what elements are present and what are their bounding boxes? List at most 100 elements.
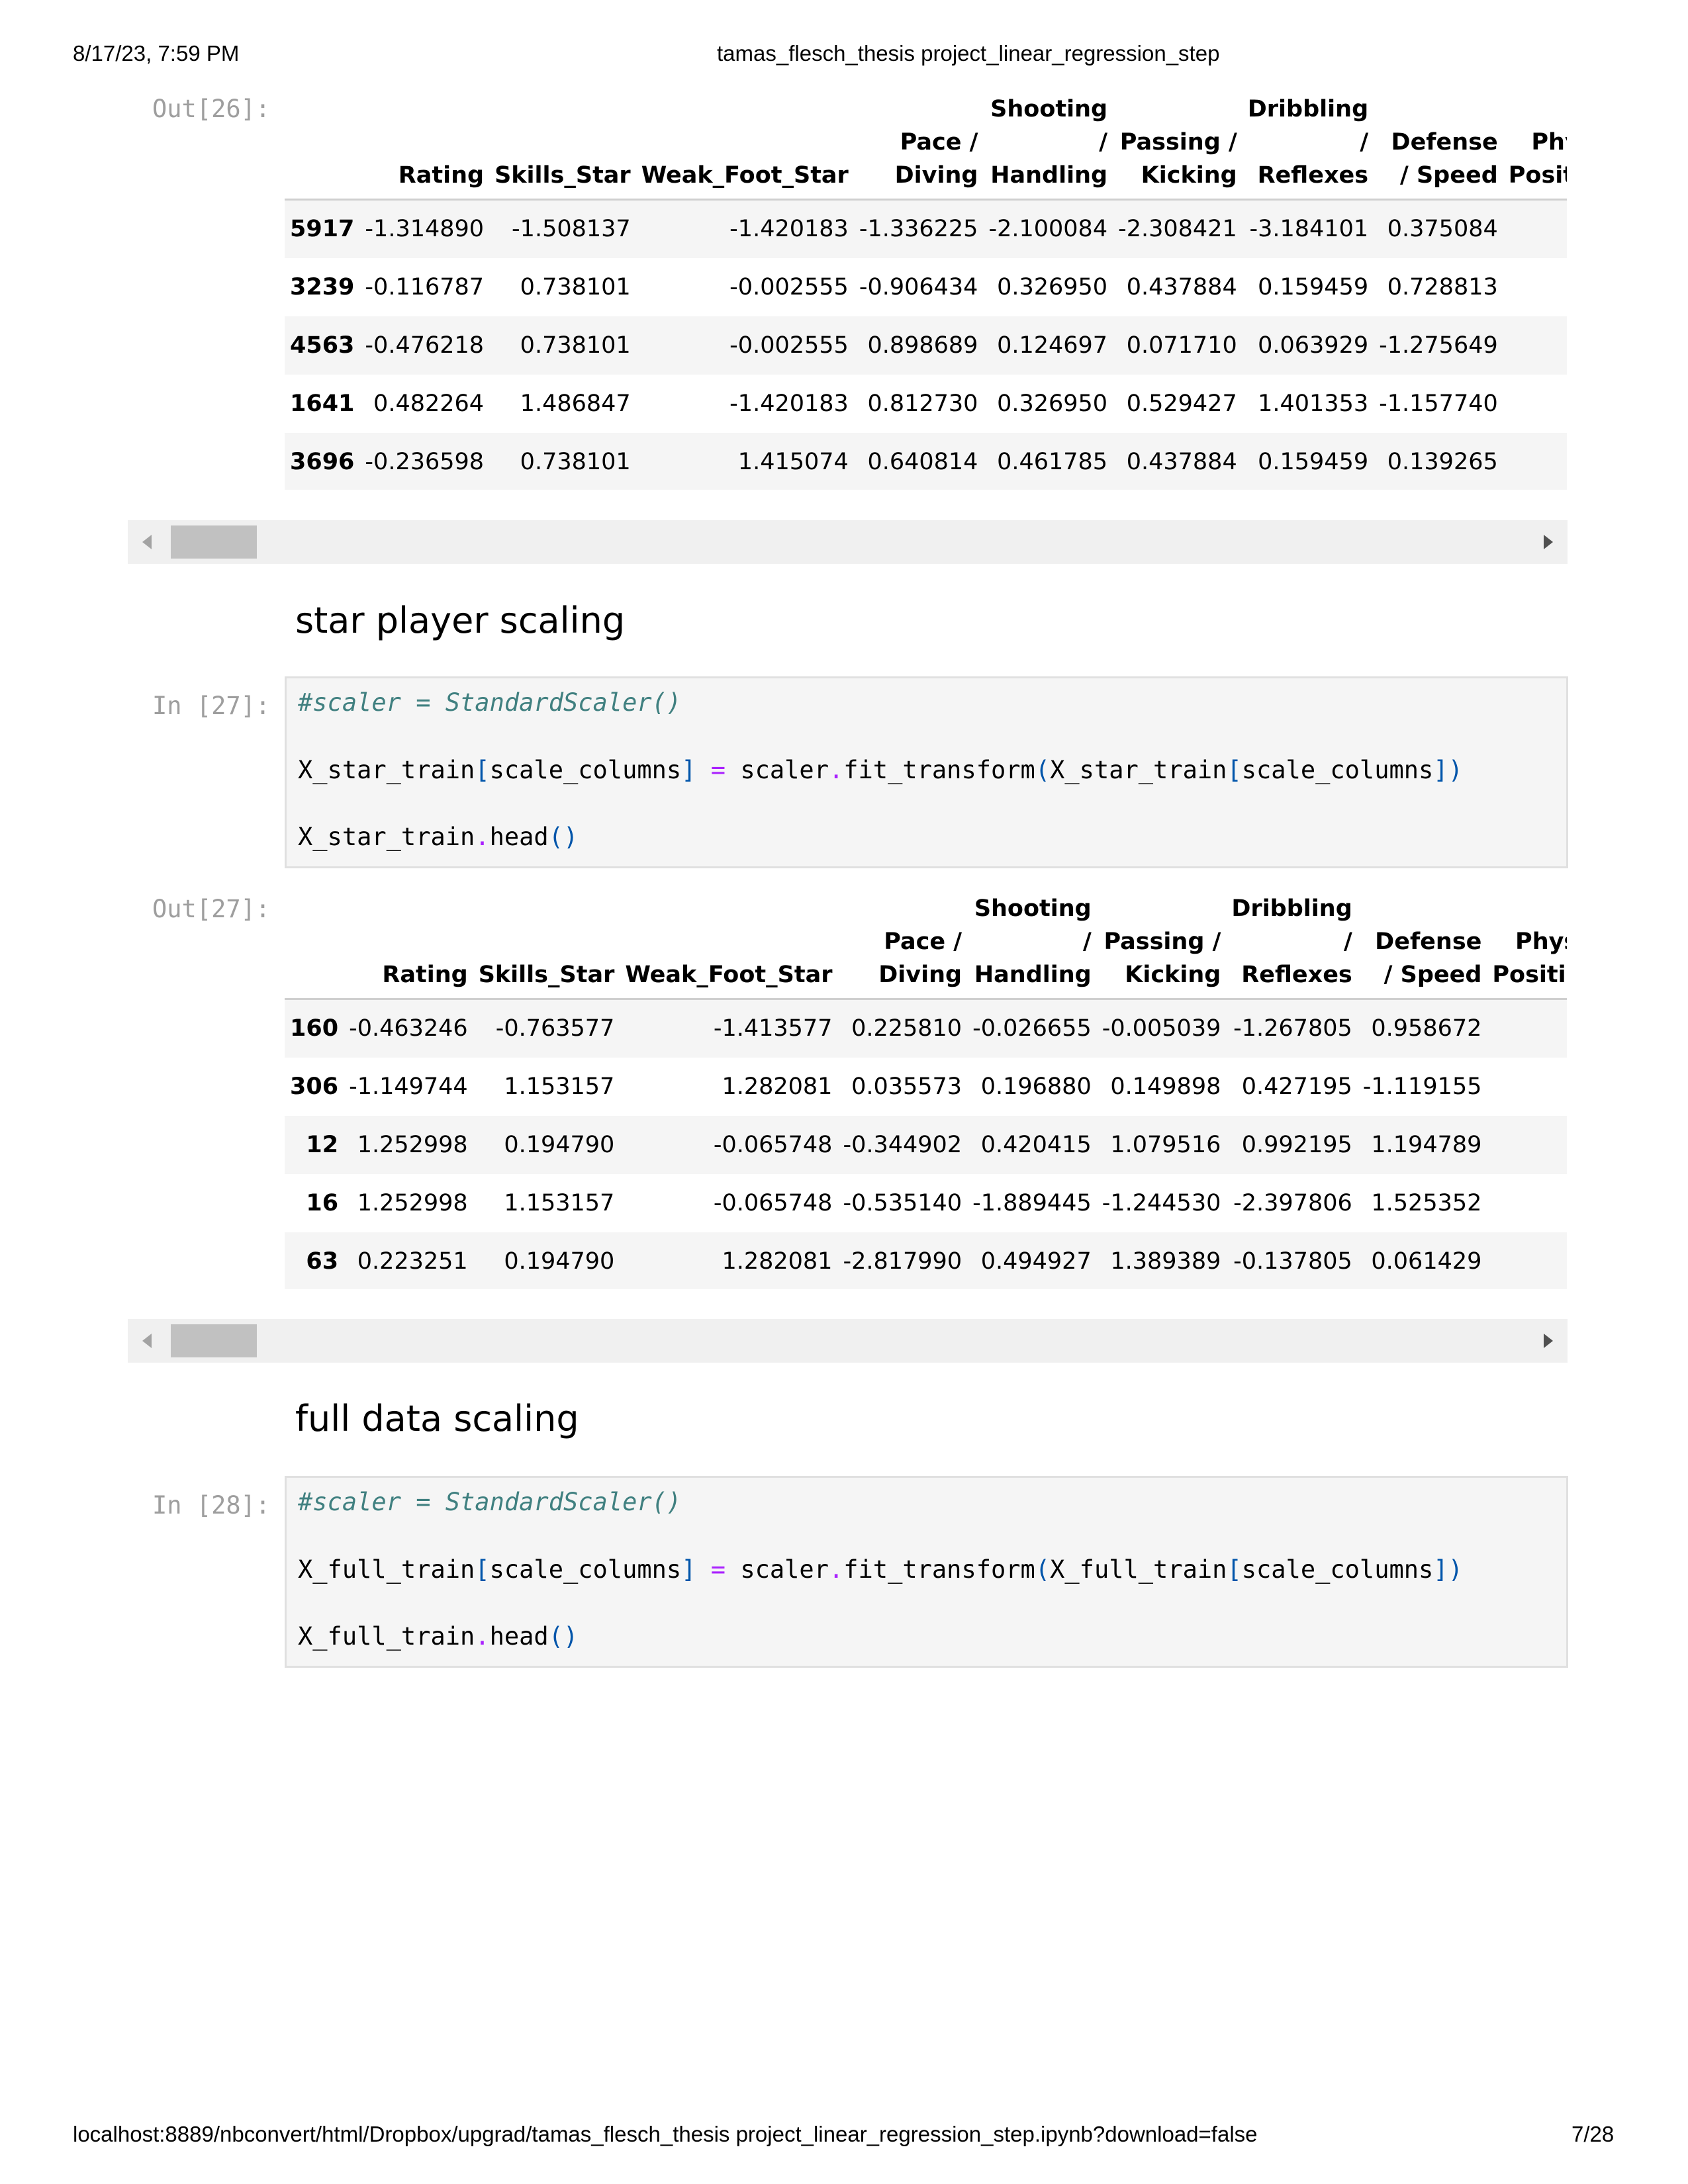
code-comment: #scaler = StandardScaler() (298, 1488, 682, 1516)
horizontal-scrollbar[interactable] (128, 520, 1568, 564)
dataframe-output: Rating Skills_Star Weak_Foot_Star Pace / Div… (285, 892, 1567, 1289)
table-cell: -1.508137 (512, 216, 631, 243)
column-header: Pace / Diving (837, 892, 968, 1000)
scrollbar-thumb[interactable] (171, 1324, 257, 1357)
column-header: Defense / Speed (1357, 892, 1487, 1000)
table-cell: 0.482264 (373, 390, 485, 417)
row-index: 306 (290, 1073, 339, 1100)
table-cell: 0.738101 (520, 273, 631, 300)
table-cell: -2.397806 (1233, 1189, 1352, 1216)
scroll-left-arrow-icon[interactable] (142, 1334, 152, 1348)
table-cell: -0.137805 (1233, 1248, 1352, 1275)
table-cell: 0.738101 (520, 332, 631, 359)
input-prompt: In [27]: (152, 692, 271, 720)
print-page-number: 7/28 (1571, 2122, 1615, 2146)
table-cell: 1.282081 (722, 1248, 833, 1275)
row-index: 160 (290, 1015, 339, 1042)
table-cell: 0.640814 (867, 448, 978, 475)
code-line: #scaler = StandardScaler() (298, 1488, 681, 1516)
table-cell: -1.314890 (365, 216, 485, 243)
table-cell: -0.116787 (365, 273, 485, 300)
table-cell: 1 (1487, 1116, 1567, 1174)
scroll-right-arrow-icon[interactable] (1544, 1334, 1553, 1348)
table-cell: 0.194790 (504, 1131, 615, 1158)
input-prompt: In [28]: (152, 1491, 271, 1520)
scroll-right-arrow-icon[interactable] (1544, 535, 1553, 549)
dataframe-table: Rating Skills_Star Weak_Foot_Star Pace / Div… (285, 892, 1567, 1289)
table-cell: -1.157740 (1379, 390, 1498, 417)
table-cell: -2.817990 (843, 1248, 962, 1275)
row-index: 5917 (290, 216, 355, 243)
table-cell: 0.494927 (980, 1248, 1092, 1275)
table-cell: 0.427195 (1241, 1073, 1352, 1100)
table-cell: -1.420183 (729, 216, 849, 243)
code-cell[interactable]: #scaler = StandardScaler() X_full_train[… (285, 1476, 1568, 1668)
table-cell: 0.461785 (997, 448, 1108, 475)
code-comment: #scaler = StandardScaler() (298, 688, 682, 717)
row-index: 4563 (290, 332, 355, 359)
table-cell: -2 (1487, 1058, 1567, 1116)
table-cell: 0.529427 (1126, 390, 1237, 417)
column-header: Weak_Foot_Star (620, 892, 838, 1000)
table-cell: -0.005039 (1102, 1015, 1221, 1042)
table-cell: -1.336225 (859, 216, 978, 243)
table-row: 3239 -0.116787 0.738101 -0.002555 -0.906434 0… (285, 258, 1567, 316)
table-cell: -1.275649 (1379, 332, 1498, 359)
table-cell: 1.486847 (520, 390, 631, 417)
table-cell: -0.002555 (729, 332, 849, 359)
column-header: Defense / Speed (1374, 93, 1503, 201)
print-title: tamas_flesch_thesis project_linear_regre… (717, 41, 1220, 66)
table-row: 63 0.223251 0.194790 1.282081 -2.817990 0.494… (285, 1232, 1567, 1290)
table-cell: 0.326950 (997, 390, 1108, 417)
table-cell: -0 (1487, 1232, 1567, 1290)
table-cell: 0.035573 (851, 1073, 962, 1100)
table-cell: -0.026655 (972, 1015, 1092, 1042)
code-cell[interactable]: #scaler = StandardScaler() X_star_train[… (285, 676, 1568, 868)
print-datetime: 8/17/23, 7:59 PM (73, 41, 240, 66)
table-cell: -0.065748 (713, 1189, 833, 1216)
table-cell: 1.153157 (504, 1073, 615, 1100)
table-cell: 0.812730 (867, 390, 978, 417)
table-cell: -0.236598 (365, 448, 485, 475)
table-cell: 0.124697 (997, 332, 1108, 359)
column-header: Pace / Diving (853, 93, 984, 201)
table-cell: 0.071710 (1126, 332, 1237, 359)
scrollbar-thumb[interactable] (171, 525, 257, 559)
table-cell: - (1503, 433, 1567, 490)
table-cell: 1.252998 (357, 1131, 468, 1158)
table-row: 1641 0.482264 1.486847 -1.420183 0.812730 0.3… (285, 375, 1567, 433)
row-index: 3239 (290, 273, 355, 300)
table-cell: -1.149744 (349, 1073, 468, 1100)
table-cell: 1.252998 (357, 1189, 468, 1216)
table-cell: -1.889445 (972, 1189, 1092, 1216)
table-row: 5917 -1.314890 -1.508137 -1.420183 -1.336225… (285, 199, 1567, 258)
output-prompt: Out[26]: (152, 95, 271, 123)
table-cell: 0.420415 (980, 1131, 1092, 1158)
row-index: 1641 (290, 390, 355, 417)
table-cell: - (1503, 200, 1567, 258)
table-cell: - (1503, 375, 1567, 433)
table-cell: 0 (1487, 1174, 1567, 1232)
table-cell: 0.437884 (1126, 448, 1237, 475)
code-line: X_full_train[scale_columns] = scaler.fit… (298, 1555, 1463, 1584)
column-header: Shooting / Handling (983, 93, 1113, 201)
column-header: Shooting / Handling (967, 892, 1097, 1000)
section-heading: full data scaling (295, 1398, 579, 1439)
table-cell: 0.437884 (1126, 273, 1237, 300)
horizontal-scrollbar[interactable] (128, 1319, 1568, 1363)
table-cell: 0.194790 (504, 1248, 615, 1275)
column-header: Dribbling / Reflexes (1226, 892, 1358, 1000)
row-index: 63 (306, 1248, 339, 1275)
table-cell: - (1503, 316, 1567, 375)
table-cell: 0.738101 (520, 448, 631, 475)
table-cell: 1.153157 (504, 1189, 615, 1216)
table-cell: -0.906434 (859, 273, 978, 300)
table-cell: -0.463246 (349, 1015, 468, 1042)
column-header: Weak_Foot_Star (635, 93, 854, 201)
table-cell: -1.267805 (1233, 1015, 1352, 1042)
scroll-left-arrow-icon[interactable] (142, 535, 152, 549)
column-header: Passing / Kicking (1113, 93, 1243, 201)
table-row: 12 1.252998 0.194790 -0.065748 -0.344902 0.42… (285, 1115, 1567, 1174)
column-header: Dribbling / Reflexes (1242, 93, 1374, 201)
code-line: X_star_train[scale_columns] = scaler.fit… (298, 756, 1463, 784)
